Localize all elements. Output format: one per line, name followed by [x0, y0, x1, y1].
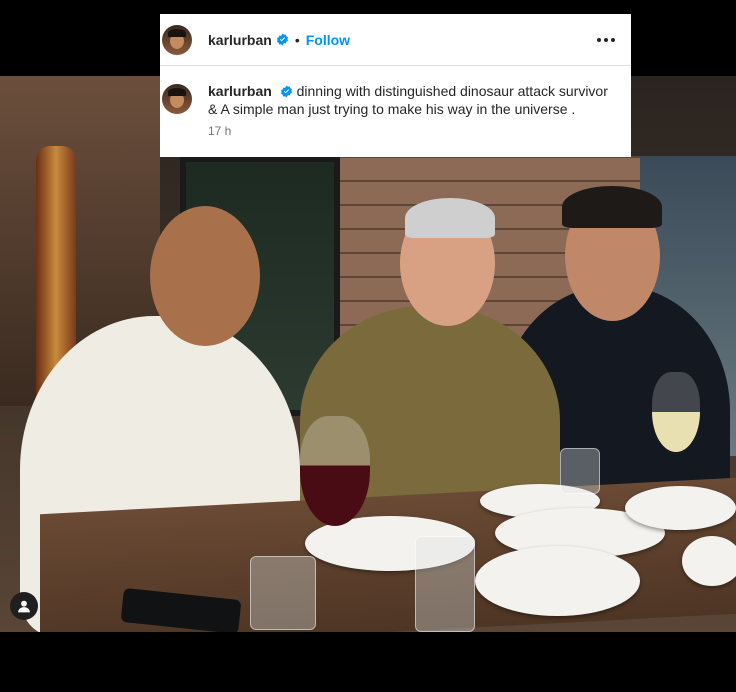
- post-header: karlurban • Follow: [160, 14, 631, 66]
- photo-plate: [682, 536, 736, 586]
- caption-row: karlurban dinning with distinguished din…: [160, 66, 631, 118]
- avatar[interactable]: [162, 24, 192, 55]
- photo-water-glass: [250, 556, 316, 630]
- verified-badge-icon: [276, 33, 289, 46]
- photo-red-wine-glass: [300, 416, 370, 526]
- photo-plate: [475, 546, 640, 616]
- verified-badge-icon: [280, 85, 293, 98]
- user-tag-button[interactable]: [10, 592, 38, 620]
- caption-username-link[interactable]: karlurban: [208, 83, 272, 99]
- follow-button[interactable]: Follow: [306, 32, 350, 48]
- photo-person-left-head: [150, 206, 260, 346]
- photo-person-right-hair: [562, 186, 662, 228]
- more-options-icon[interactable]: [597, 37, 615, 42]
- photo-white-wine-glass: [652, 372, 700, 452]
- post-timestamp[interactable]: 17 h: [208, 124, 631, 138]
- username-link[interactable]: karlurban: [208, 32, 272, 48]
- caption-avatar[interactable]: [162, 84, 192, 114]
- user-tag-icon: [18, 600, 30, 613]
- photo-person-middle-hair: [405, 198, 495, 238]
- photo-small-glass: [560, 448, 600, 494]
- post-card: karlurban • Follow karlurban dinning wit…: [160, 14, 631, 157]
- photo-drink-glass: [415, 536, 475, 632]
- post-photo[interactable]: [0, 76, 736, 632]
- caption: karlurban dinning with distinguished din…: [208, 82, 615, 118]
- separator-dot: •: [294, 31, 300, 48]
- photo-plate: [625, 486, 736, 530]
